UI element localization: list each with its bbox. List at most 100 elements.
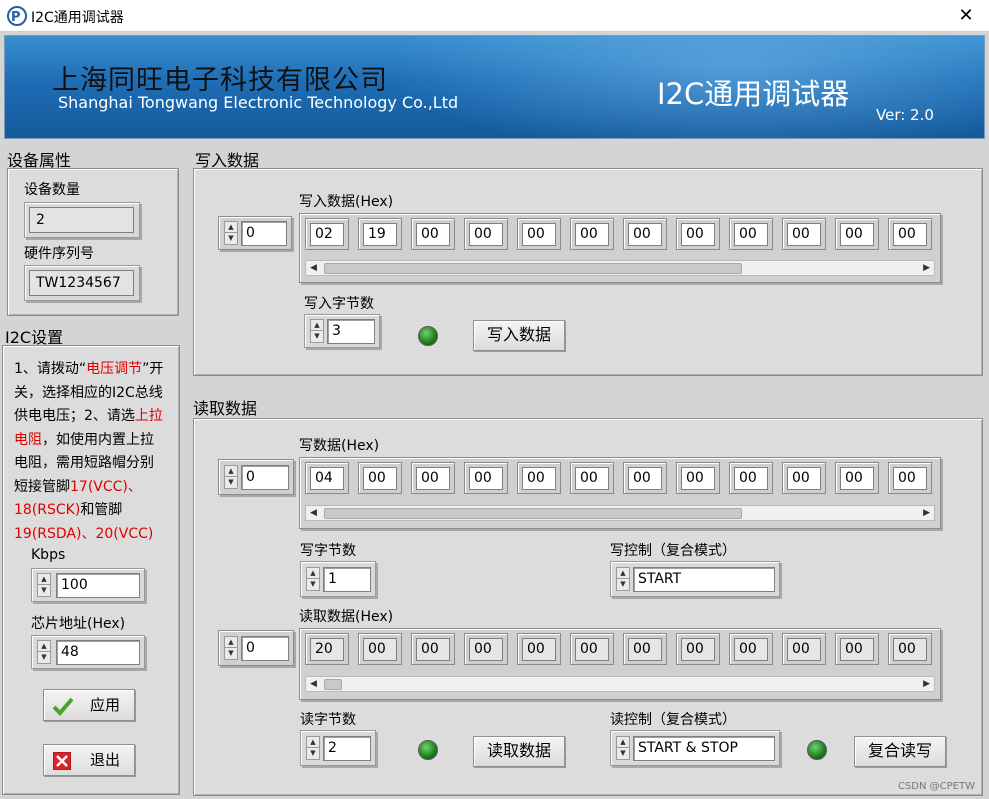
byte-value[interactable]: 00 bbox=[469, 467, 503, 490]
byte-cell: 00 bbox=[782, 462, 826, 494]
read-count-label: 读字节数 bbox=[300, 712, 356, 728]
addr-input[interactable]: 48 bbox=[56, 640, 140, 665]
byte-cell: 00 bbox=[358, 462, 402, 494]
kbps-input[interactable]: 100 bbox=[56, 573, 140, 598]
write-index-spinner[interactable]: ▲ ▼ bbox=[224, 221, 238, 245]
horizontal-scrollbar[interactable]: ◀ ▶ bbox=[305, 260, 935, 276]
scroll-left-icon[interactable]: ◀ bbox=[310, 261, 317, 275]
serial-label: 硬件序列号 bbox=[24, 246, 94, 262]
read-section-title: 读取数据 bbox=[193, 399, 258, 418]
byte-value[interactable]: 00 bbox=[787, 467, 821, 490]
scroll-thumb[interactable] bbox=[324, 263, 742, 274]
scroll-thumb[interactable] bbox=[324, 679, 342, 690]
read-count-spinner[interactable]: ▲ ▼ bbox=[306, 736, 320, 760]
byte-cell: 00 bbox=[676, 462, 720, 494]
instruction-segment: 19(RSDA)、20(VCC) bbox=[14, 525, 154, 542]
write-bytes-count-input[interactable]: 1 bbox=[323, 567, 371, 592]
byte-value[interactable]: 19 bbox=[363, 223, 397, 246]
scroll-left-icon[interactable]: ◀ bbox=[310, 506, 317, 520]
byte-value[interactable]: 02 bbox=[310, 223, 344, 246]
app-logo-icon: P bbox=[7, 6, 27, 26]
exit-button[interactable]: 退出 bbox=[43, 744, 135, 776]
byte-value[interactable]: 00 bbox=[522, 467, 556, 490]
write-data-label: 写入数据(Hex) bbox=[299, 194, 394, 210]
write-count-spinner[interactable]: ▲ ▼ bbox=[310, 319, 324, 343]
read-index-spinner[interactable]: ▲ ▼ bbox=[224, 636, 238, 660]
byte-cell: 04 bbox=[305, 462, 349, 494]
read-control-value[interactable]: START & STOP bbox=[633, 736, 775, 761]
apply-button[interactable]: 应用 bbox=[43, 689, 135, 721]
read-count-input[interactable]: 2 bbox=[323, 736, 371, 761]
byte-value[interactable]: 00 bbox=[363, 467, 397, 490]
byte-value[interactable]: 00 bbox=[628, 467, 662, 490]
byte-cell: 00 bbox=[782, 633, 826, 665]
byte-value[interactable]: 00 bbox=[575, 223, 609, 246]
byte-value[interactable]: 00 bbox=[787, 223, 821, 246]
scroll-right-icon[interactable]: ▶ bbox=[923, 506, 930, 520]
byte-value[interactable]: 00 bbox=[734, 223, 768, 246]
read-control-spinner[interactable]: ▲ ▼ bbox=[616, 736, 630, 760]
read-status-led bbox=[418, 740, 438, 760]
read-write-index-spinner[interactable]: ▲ ▼ bbox=[224, 465, 238, 489]
byte-cell: 00 bbox=[623, 462, 667, 494]
close-icon[interactable]: ✕ bbox=[954, 4, 978, 28]
byte-cell: 00 bbox=[517, 633, 561, 665]
byte-cell: 00 bbox=[623, 633, 667, 665]
byte-value[interactable]: 00 bbox=[628, 223, 662, 246]
window-title: I2C通用调试器 bbox=[31, 10, 124, 26]
write-count-input[interactable]: 3 bbox=[327, 319, 375, 344]
combined-status-led bbox=[807, 740, 827, 760]
kbps-spinner[interactable]: ▲ ▼ bbox=[37, 573, 51, 597]
byte-value[interactable]: 00 bbox=[469, 223, 503, 246]
company-name-en: Shanghai Tongwang Electronic Technology … bbox=[58, 93, 459, 112]
byte-value: 00 bbox=[416, 638, 450, 661]
byte-cell: 00 bbox=[464, 633, 508, 665]
write-index-input[interactable]: 0 bbox=[241, 221, 287, 246]
scroll-left-icon[interactable]: ◀ bbox=[310, 677, 317, 691]
read-write-byte-array: 04 00 00 00 00 00 00 00 00 00 00 00 ◀ ▶ bbox=[299, 457, 941, 529]
byte-cell: 00 bbox=[570, 633, 614, 665]
write-bytes-count-label: 写字节数 bbox=[300, 543, 356, 559]
byte-value[interactable]: 00 bbox=[734, 467, 768, 490]
byte-value: 00 bbox=[787, 638, 821, 661]
addr-spinner[interactable]: ▲ ▼ bbox=[37, 640, 51, 664]
byte-cell: 00 bbox=[729, 218, 773, 250]
byte-value[interactable]: 00 bbox=[575, 467, 609, 490]
i2c-panel: 1、请拨动“电压调节”开关，选择相应的I2C总线供电电压；2、请选上拉电阻，如使… bbox=[2, 345, 180, 795]
scroll-right-icon[interactable]: ▶ bbox=[923, 677, 930, 691]
byte-cell: 00 bbox=[835, 218, 879, 250]
write-data-button[interactable]: 写入数据 bbox=[473, 320, 565, 351]
write-bytes-count-spinner[interactable]: ▲ ▼ bbox=[306, 567, 320, 591]
horizontal-scrollbar[interactable]: ◀ ▶ bbox=[305, 505, 935, 521]
byte-value[interactable]: 00 bbox=[893, 467, 927, 490]
write-byte-array: 02 19 00 00 00 00 00 00 00 00 00 00 ◀ ▶ bbox=[299, 213, 941, 283]
byte-value[interactable]: 00 bbox=[893, 223, 927, 246]
byte-cell: 00 bbox=[729, 633, 773, 665]
scroll-right-icon[interactable]: ▶ bbox=[923, 261, 930, 275]
byte-value[interactable]: 04 bbox=[310, 467, 344, 490]
combined-rw-button[interactable]: 复合读写 bbox=[854, 736, 946, 767]
byte-value[interactable]: 00 bbox=[416, 223, 450, 246]
scroll-thumb[interactable] bbox=[324, 508, 742, 519]
device-count-value: 2 bbox=[29, 207, 134, 233]
byte-value[interactable]: 00 bbox=[522, 223, 556, 246]
read-data-button[interactable]: 读取数据 bbox=[473, 736, 565, 767]
instructions-text: 1、请拨动“电压调节”开关，选择相应的I2C总线供电电压；2、请选上拉电阻，如使… bbox=[14, 358, 164, 546]
header-banner: 上海同旺电子科技有限公司 Shanghai Tongwang Electroni… bbox=[4, 35, 985, 139]
byte-cell: 19 bbox=[358, 218, 402, 250]
write-control-value[interactable]: START bbox=[633, 567, 775, 592]
byte-value: 00 bbox=[628, 638, 662, 661]
write-control-spinner[interactable]: ▲ ▼ bbox=[616, 567, 630, 591]
byte-value[interactable]: 00 bbox=[416, 467, 450, 490]
byte-value: 00 bbox=[893, 638, 927, 661]
byte-value[interactable]: 00 bbox=[840, 223, 874, 246]
byte-value[interactable]: 00 bbox=[840, 467, 874, 490]
byte-cell: 00 bbox=[729, 462, 773, 494]
read-write-index-input[interactable]: 0 bbox=[241, 465, 289, 490]
byte-value[interactable]: 00 bbox=[681, 467, 715, 490]
checkmark-icon bbox=[52, 697, 74, 716]
byte-value[interactable]: 00 bbox=[681, 223, 715, 246]
byte-value: 00 bbox=[734, 638, 768, 661]
read-index-input[interactable]: 0 bbox=[241, 636, 289, 661]
horizontal-scrollbar[interactable]: ◀ ▶ bbox=[305, 676, 935, 692]
